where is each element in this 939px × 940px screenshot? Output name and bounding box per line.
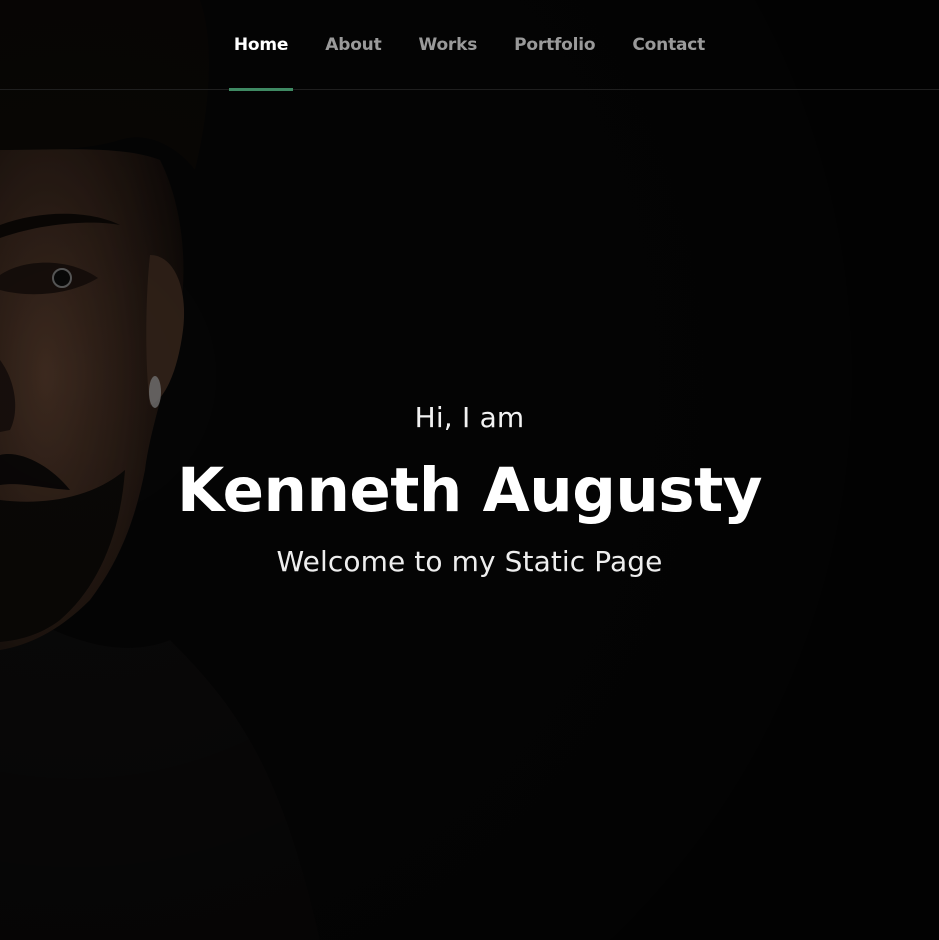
nav-link-works[interactable]: Works xyxy=(419,35,478,55)
hero-name: Kenneth Augusty xyxy=(176,455,763,526)
main-navigation: Home About Works Portfolio Contact xyxy=(0,0,939,91)
hero-section: Hi, I am Kenneth Augusty Welcome to my S… xyxy=(0,0,939,940)
nav-link-about[interactable]: About xyxy=(325,35,381,55)
nav-item-about[interactable]: About xyxy=(307,0,400,89)
nav-link-portfolio[interactable]: Portfolio xyxy=(514,35,595,55)
page: Home About Works Portfolio Contact Hi, I… xyxy=(0,0,939,940)
nav-item-portfolio[interactable]: Portfolio xyxy=(496,0,614,89)
nav-item-home[interactable]: Home xyxy=(215,0,306,91)
nav-link-home[interactable]: Home xyxy=(234,35,289,55)
nav-item-contact[interactable]: Contact xyxy=(614,0,724,89)
nav-item-works[interactable]: Works xyxy=(400,0,496,89)
nav-list: Home About Works Portfolio Contact xyxy=(0,0,939,91)
hero-greeting: Hi, I am xyxy=(414,401,525,434)
hero-tagline: Welcome to my Static Page xyxy=(276,545,663,578)
nav-link-contact[interactable]: Contact xyxy=(632,35,705,55)
